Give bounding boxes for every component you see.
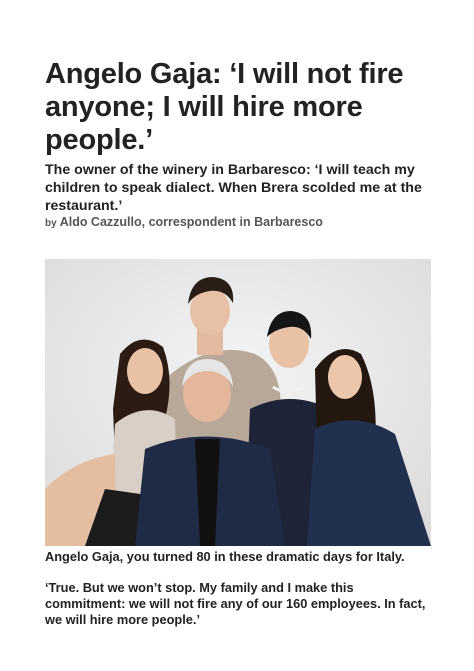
byline-prefix: by bbox=[45, 218, 57, 229]
byline: by Aldo Cazzullo, correspondent in Barba… bbox=[45, 214, 445, 232]
article: Angelo Gaja: ‘I will not fire anyone; I … bbox=[0, 0, 474, 671]
headline: Angelo Gaja: ‘I will not fire anyone; I … bbox=[45, 58, 404, 156]
family-photo bbox=[45, 259, 431, 546]
interview-question: Angelo Gaja, you turned 80 in these dram… bbox=[45, 549, 405, 564]
family-photo-illustration bbox=[45, 259, 431, 546]
subheadline: The owner of the winery in Barbaresco: ‘… bbox=[45, 162, 422, 214]
byline-author: Aldo Cazzullo, correspondent in Barbares… bbox=[59, 215, 323, 229]
interview-answer: ‘True. But we won’t stop. My family and … bbox=[45, 580, 426, 627]
